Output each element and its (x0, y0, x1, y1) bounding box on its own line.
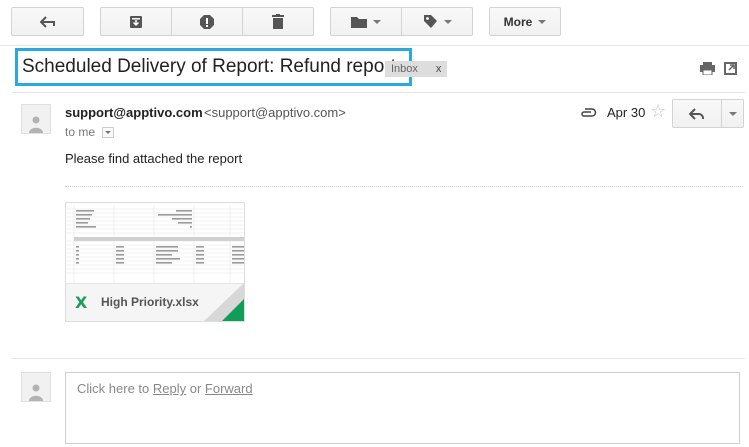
inbox-label-chip[interactable]: Inbox x (385, 61, 448, 77)
delete-button[interactable] (242, 7, 314, 36)
attachments-divider (65, 186, 743, 187)
subject-highlight: Scheduled Delivery of Report: Refund rep… (15, 48, 413, 86)
attachment-card[interactable]: X High Priority.xlsx (65, 202, 245, 322)
reply-button-group (672, 99, 744, 128)
reply-arrow-icon (689, 107, 704, 120)
chevron-down-icon (728, 111, 737, 116)
star-icon[interactable]: ☆ (650, 101, 666, 122)
more-actions-button[interactable] (722, 100, 743, 127)
new-window-icon (724, 62, 737, 75)
folder-icon (351, 16, 367, 28)
print-all-button[interactable] (700, 62, 715, 78)
report-spam-icon (200, 14, 214, 29)
print-icon (700, 62, 715, 76)
user-avatar (21, 372, 51, 402)
report-spam-button[interactable] (171, 7, 243, 36)
sender-email: <support@apptivo.com> (204, 105, 346, 120)
chevron-down-icon (443, 19, 452, 24)
chevron-down-icon (105, 131, 111, 134)
message-body: Please find attached the report (65, 151, 243, 166)
reply-box[interactable]: Click here to Reply or Forward (65, 372, 740, 444)
person-icon (29, 384, 43, 401)
recipients-label: to me (65, 125, 96, 139)
labels-button[interactable] (401, 7, 473, 36)
excel-icon: X (75, 293, 88, 312)
back-button[interactable] (11, 7, 84, 36)
attachment-footer: X High Priority.xlsx (66, 283, 244, 321)
page-corner-icon (204, 283, 244, 321)
more-button[interactable]: More (489, 7, 561, 36)
forward-link[interactable]: Forward (205, 381, 253, 396)
sender-avatar (21, 104, 51, 134)
remove-label-button[interactable]: x (436, 63, 442, 75)
attachment-indicator-icon (580, 106, 597, 121)
reply-prompt: Click here to Reply or Forward (77, 381, 253, 396)
archive-icon (130, 15, 142, 28)
toolbar: More (0, 0, 749, 46)
sender-name[interactable]: support@apptivo.com (65, 105, 203, 120)
reply-prompt-prefix: Click here to (77, 381, 153, 396)
label-chip-text: Inbox (391, 63, 418, 75)
message-divider (12, 358, 745, 359)
more-label: More (503, 14, 533, 29)
header-divider (12, 92, 745, 93)
attachment-filename: High Priority.xlsx (101, 295, 199, 309)
message-date: Apr 30 (607, 105, 646, 120)
new-window-button[interactable] (724, 62, 737, 78)
show-details-button[interactable] (102, 127, 114, 138)
label-tag-icon (423, 15, 437, 28)
reply-prompt-or: or (186, 381, 205, 396)
reply-link[interactable]: Reply (153, 381, 186, 396)
chevron-down-icon (538, 19, 547, 24)
trash-icon (272, 14, 284, 29)
person-icon (29, 116, 43, 133)
attachment-thumbnail (66, 203, 244, 285)
reply-button[interactable] (673, 100, 722, 127)
back-arrow-icon (39, 15, 55, 28)
archive-button[interactable] (100, 7, 172, 36)
chevron-down-icon (373, 19, 381, 24)
move-to-button[interactable] (330, 7, 402, 36)
subject-title: Scheduled Delivery of Report: Refund rep… (22, 56, 406, 77)
